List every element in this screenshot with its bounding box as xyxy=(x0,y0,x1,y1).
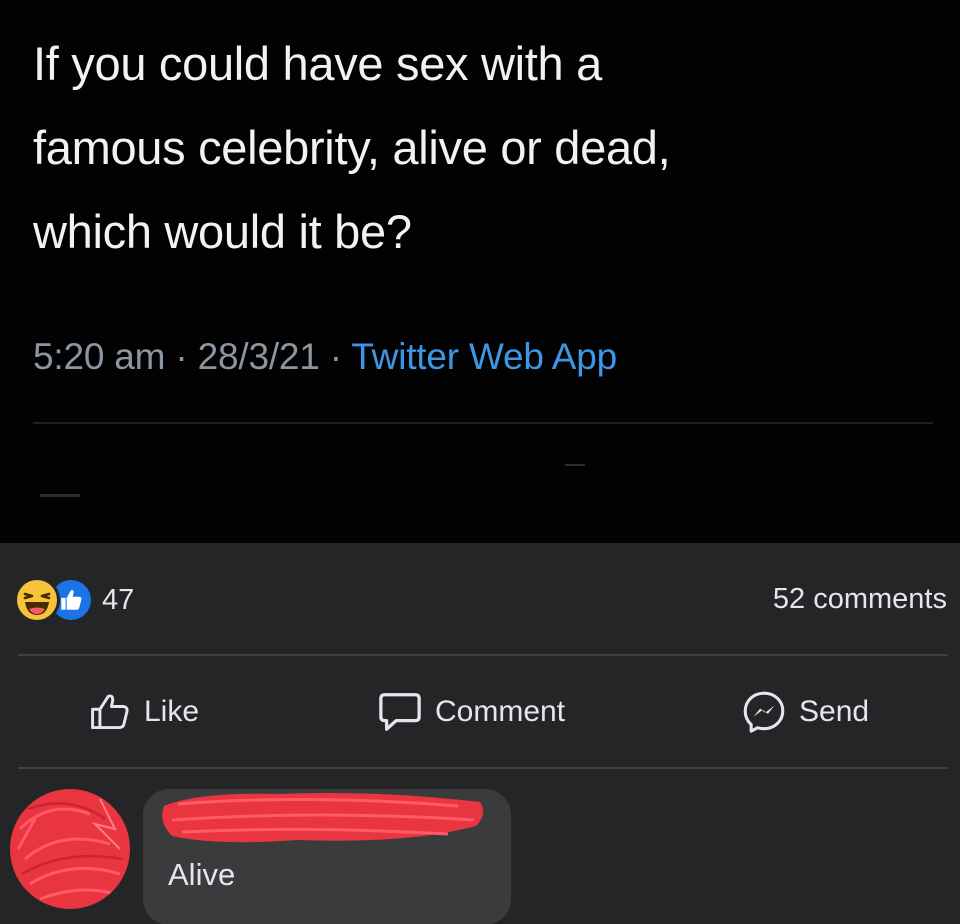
tweet-text: If you could have sex with a famous cele… xyxy=(33,22,913,274)
comments-count-link[interactable]: 52 comments xyxy=(773,583,947,616)
image-artifact xyxy=(565,464,585,466)
tweet-divider xyxy=(33,422,933,424)
like-label: Like xyxy=(144,695,200,728)
facebook-post-with-tweet-screenshot: If you could have sex with a famous cele… xyxy=(0,0,960,924)
redaction-scribble xyxy=(16,798,123,901)
reactions-summary[interactable]: 47 xyxy=(14,577,135,623)
haha-icon xyxy=(14,577,60,623)
avatar[interactable] xyxy=(10,789,130,909)
tweet-meta: 5:20 am · 28/3/21 · Twitter Web App xyxy=(33,336,617,378)
thumbs-up-icon xyxy=(91,694,129,730)
reaction-count: 47 xyxy=(102,583,135,616)
send-button[interactable]: Send xyxy=(741,689,869,735)
tweet-text-line: which would it be? xyxy=(33,205,412,258)
divider xyxy=(18,654,948,656)
name-redaction xyxy=(162,793,484,843)
meta-separator: · xyxy=(175,336,188,377)
messenger-icon xyxy=(743,691,785,733)
tweet-time: 5:20 am xyxy=(33,336,166,377)
post-action-bar: Like Comment Send xyxy=(0,657,960,767)
send-label: Send xyxy=(799,695,870,728)
like-button[interactable]: Like xyxy=(88,689,199,735)
tweet-date: 28/3/21 xyxy=(197,336,320,377)
comment-text: Alive xyxy=(168,857,236,892)
image-artifact xyxy=(40,494,80,497)
comment-button[interactable]: Comment xyxy=(377,689,565,735)
comment-bubble-icon xyxy=(379,693,421,731)
tweet-text-line: famous celebrity, alive or dead, xyxy=(33,121,671,174)
post-stats: 47 52 comments xyxy=(0,543,960,655)
tweet-text-line: If you could have sex with a xyxy=(33,37,602,90)
comment-label: Comment xyxy=(435,695,566,728)
tweet-source-link[interactable]: Twitter Web App xyxy=(351,336,617,377)
comment-item: Alive xyxy=(0,769,960,924)
tweet-screenshot[interactable]: If you could have sex with a famous cele… xyxy=(0,0,960,543)
meta-separator: · xyxy=(329,336,342,377)
